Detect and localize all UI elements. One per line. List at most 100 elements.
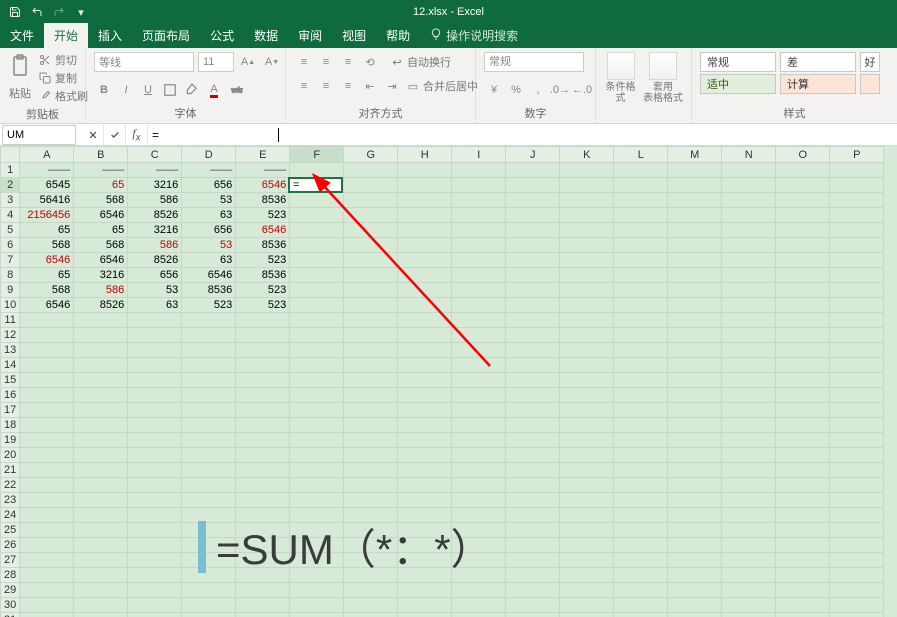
redo-icon[interactable] xyxy=(50,3,68,21)
cell-E10[interactable]: 523 xyxy=(236,298,290,313)
col-header-N[interactable]: N xyxy=(722,147,776,163)
indent-inc-icon[interactable]: ⇥ xyxy=(382,76,402,96)
cell-E3[interactable]: 8536 xyxy=(236,193,290,208)
cell-P4[interactable] xyxy=(830,208,884,223)
cell-L22[interactable] xyxy=(614,478,668,493)
cell-K6[interactable] xyxy=(560,238,614,253)
cell-P31[interactable] xyxy=(830,613,884,617)
row-header-2[interactable]: 2 xyxy=(1,178,20,193)
cell-L27[interactable] xyxy=(614,553,668,568)
cell-A19[interactable] xyxy=(20,433,74,448)
cell-N13[interactable] xyxy=(722,343,776,358)
cell-M15[interactable] xyxy=(668,373,722,388)
cell-G15[interactable] xyxy=(344,373,398,388)
cell-H17[interactable] xyxy=(398,403,452,418)
cell-L10[interactable] xyxy=(614,298,668,313)
cell-J3[interactable] xyxy=(506,193,560,208)
row-header-13[interactable]: 13 xyxy=(1,343,20,358)
cell-C22[interactable] xyxy=(128,478,182,493)
cell-J19[interactable] xyxy=(506,433,560,448)
cell-L12[interactable] xyxy=(614,328,668,343)
cell-C2[interactable]: 3216 xyxy=(128,178,182,193)
cell-H23[interactable] xyxy=(398,493,452,508)
paste-button[interactable]: 粘贴 xyxy=(8,52,32,101)
cell-P30[interactable] xyxy=(830,598,884,613)
cell-G23[interactable] xyxy=(344,493,398,508)
font-color-button[interactable]: A xyxy=(204,80,224,100)
cell-J1[interactable] xyxy=(506,163,560,178)
cell-K26[interactable] xyxy=(560,538,614,553)
cell-J28[interactable] xyxy=(506,568,560,583)
cell-B5[interactable]: 65 xyxy=(74,223,128,238)
tab-formulas[interactable]: 公式 xyxy=(200,23,244,48)
cell-A5[interactable]: 65 xyxy=(20,223,74,238)
row-header-15[interactable]: 15 xyxy=(1,373,20,388)
cell-D29[interactable] xyxy=(182,583,236,598)
col-header-J[interactable]: J xyxy=(506,147,560,163)
cell-I30[interactable] xyxy=(452,598,506,613)
cell-B31[interactable] xyxy=(74,613,128,617)
cell-M20[interactable] xyxy=(668,448,722,463)
cell-A26[interactable] xyxy=(20,538,74,553)
cut-button[interactable]: 剪切 xyxy=(38,52,88,68)
cell-G3[interactable] xyxy=(344,193,398,208)
cell-P26[interactable] xyxy=(830,538,884,553)
cell-P23[interactable] xyxy=(830,493,884,508)
decrease-decimal-icon[interactable]: ←.0 xyxy=(572,80,592,100)
cell-A30[interactable] xyxy=(20,598,74,613)
cell-N16[interactable] xyxy=(722,388,776,403)
cell-O29[interactable] xyxy=(776,583,830,598)
cell-K31[interactable] xyxy=(560,613,614,617)
cell-E1[interactable]: —— xyxy=(236,163,290,178)
cell-C24[interactable] xyxy=(128,508,182,523)
cell-E31[interactable] xyxy=(236,613,290,617)
cell-E2[interactable]: 6546 xyxy=(236,178,290,193)
row-header-3[interactable]: 3 xyxy=(1,193,20,208)
cell-G31[interactable] xyxy=(344,613,398,617)
cell-O20[interactable] xyxy=(776,448,830,463)
cell-O22[interactable] xyxy=(776,478,830,493)
cell-N5[interactable] xyxy=(722,223,776,238)
cell-P28[interactable] xyxy=(830,568,884,583)
align-bottom-icon[interactable]: ≡ xyxy=(338,52,358,72)
cell-H3[interactable] xyxy=(398,193,452,208)
cell-I31[interactable] xyxy=(452,613,506,617)
cell-G29[interactable] xyxy=(344,583,398,598)
cell-H22[interactable] xyxy=(398,478,452,493)
cell-C3[interactable]: 586 xyxy=(128,193,182,208)
cell-O10[interactable] xyxy=(776,298,830,313)
cell-A17[interactable] xyxy=(20,403,74,418)
cell-L11[interactable] xyxy=(614,313,668,328)
cell-D22[interactable] xyxy=(182,478,236,493)
cell-F20[interactable] xyxy=(290,448,344,463)
cell-N22[interactable] xyxy=(722,478,776,493)
cell-M16[interactable] xyxy=(668,388,722,403)
cell-A7[interactable]: 6546 xyxy=(20,253,74,268)
cell-F22[interactable] xyxy=(290,478,344,493)
tell-me[interactable]: 操作说明搜索 xyxy=(420,23,528,48)
cell-E19[interactable] xyxy=(236,433,290,448)
cell-E30[interactable] xyxy=(236,598,290,613)
cell-H6[interactable] xyxy=(398,238,452,253)
fill-color-button[interactable] xyxy=(182,80,202,100)
cell-C27[interactable] xyxy=(128,553,182,568)
cell-J22[interactable] xyxy=(506,478,560,493)
align-middle-icon[interactable]: ≡ xyxy=(316,52,336,72)
comma-icon[interactable]: , xyxy=(528,80,548,100)
row-header-18[interactable]: 18 xyxy=(1,418,20,433)
cell-B12[interactable] xyxy=(74,328,128,343)
cell-P29[interactable] xyxy=(830,583,884,598)
cell-J15[interactable] xyxy=(506,373,560,388)
cell-M12[interactable] xyxy=(668,328,722,343)
cell-O15[interactable] xyxy=(776,373,830,388)
row-header-29[interactable]: 29 xyxy=(1,583,20,598)
enter-formula-button[interactable] xyxy=(104,124,126,146)
cell-J18[interactable] xyxy=(506,418,560,433)
tab-insert[interactable]: 插入 xyxy=(88,23,132,48)
cell-J11[interactable] xyxy=(506,313,560,328)
cell-A20[interactable] xyxy=(20,448,74,463)
col-header-A[interactable]: A xyxy=(20,147,74,163)
cell-H9[interactable] xyxy=(398,283,452,298)
cell-I2[interactable] xyxy=(452,178,506,193)
cell-O16[interactable] xyxy=(776,388,830,403)
